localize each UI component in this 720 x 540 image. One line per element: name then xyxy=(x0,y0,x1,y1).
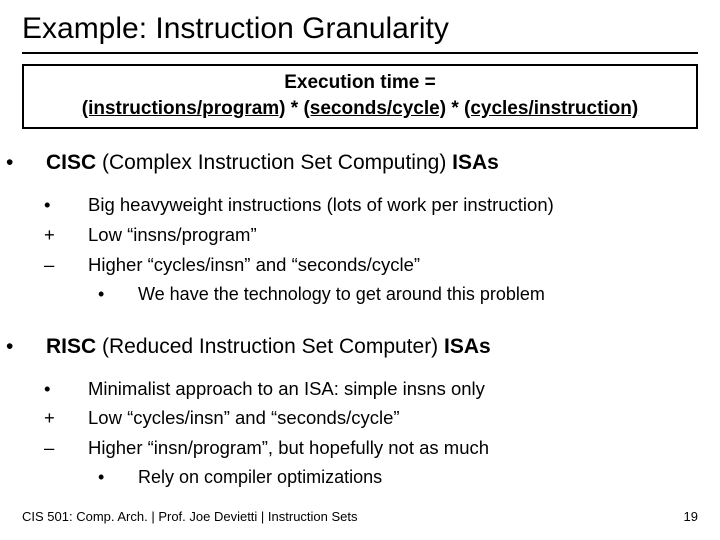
formula-box: Execution time = (instructions/program) … xyxy=(22,64,698,129)
formula-op-2: * xyxy=(446,98,464,119)
cisc-point-1: •Big heavyweight instructions (lots of w… xyxy=(66,191,698,219)
cisc-expansion: (Complex Instruction Set Computing) xyxy=(96,151,452,174)
formula-op-1: * xyxy=(286,98,304,119)
risc-acronym: RISC xyxy=(46,335,96,358)
bullet-icon: • xyxy=(26,151,46,175)
cisc-subpoint: •We have the technology to get around th… xyxy=(118,281,698,307)
formula-line2: (instructions/program) * (seconds/cycle)… xyxy=(32,96,688,122)
slide-title: Example: Instruction Granularity xyxy=(22,12,698,46)
footer-left: CIS 501: Comp. Arch. | Prof. Joe Deviett… xyxy=(22,509,358,524)
title-underline xyxy=(22,52,698,54)
risc-subpoint-text: Rely on compiler optimizations xyxy=(138,467,382,487)
plus-icon: + xyxy=(66,404,88,432)
risc-point-2-text: Low “cycles/insn” and “seconds/cycle” xyxy=(88,407,400,428)
risc-isas: ISAs xyxy=(444,335,491,358)
risc-point-1: •Minimalist approach to an ISA: simple i… xyxy=(66,375,698,403)
bullet-icon: • xyxy=(26,335,46,359)
cisc-subpoint-text: We have the technology to get around thi… xyxy=(138,284,545,304)
cisc-heading: •CISC (Complex Instruction Set Computing… xyxy=(26,151,698,175)
slide-footer: CIS 501: Comp. Arch. | Prof. Joe Deviett… xyxy=(22,509,698,524)
risc-subpoint: •Rely on compiler optimizations xyxy=(118,464,698,490)
formula-term-1: (instructions/program) xyxy=(82,98,286,119)
risc-heading: •RISC (Reduced Instruction Set Computer)… xyxy=(26,335,698,359)
risc-point-1-text: Minimalist approach to an ISA: simple in… xyxy=(88,378,485,399)
risc-point-3: –Higher “insn/program”, but hopefully no… xyxy=(66,434,698,462)
risc-point-3-text: Higher “insn/program”, but hopefully not… xyxy=(88,437,489,458)
cisc-acronym: CISC xyxy=(46,151,96,174)
cisc-point-2: +Low “insns/program” xyxy=(66,221,698,249)
bullet-icon: • xyxy=(118,464,138,490)
content-body: •CISC (Complex Instruction Set Computing… xyxy=(22,151,698,490)
cisc-point-3: –Higher “cycles/insn” and “seconds/cycle… xyxy=(66,251,698,279)
minus-icon: – xyxy=(66,251,88,279)
page-number: 19 xyxy=(684,509,698,524)
cisc-point-1-text: Big heavyweight instructions (lots of wo… xyxy=(88,194,554,215)
cisc-point-2-text: Low “insns/program” xyxy=(88,224,257,245)
bullet-icon: • xyxy=(118,281,138,307)
risc-point-2: +Low “cycles/insn” and “seconds/cycle” xyxy=(66,404,698,432)
risc-expansion: (Reduced Instruction Set Computer) xyxy=(96,335,444,358)
cisc-isas: ISAs xyxy=(452,151,499,174)
bullet-icon: • xyxy=(66,375,88,403)
formula-line1: Execution time = xyxy=(32,70,688,96)
bullet-icon: • xyxy=(66,191,88,219)
plus-icon: + xyxy=(66,221,88,249)
formula-term-3: (cycles/instruction) xyxy=(464,98,638,119)
formula-term-2: (seconds/cycle) xyxy=(303,98,446,119)
minus-icon: – xyxy=(66,434,88,462)
cisc-point-3-text: Higher “cycles/insn” and “seconds/cycle” xyxy=(88,254,420,275)
